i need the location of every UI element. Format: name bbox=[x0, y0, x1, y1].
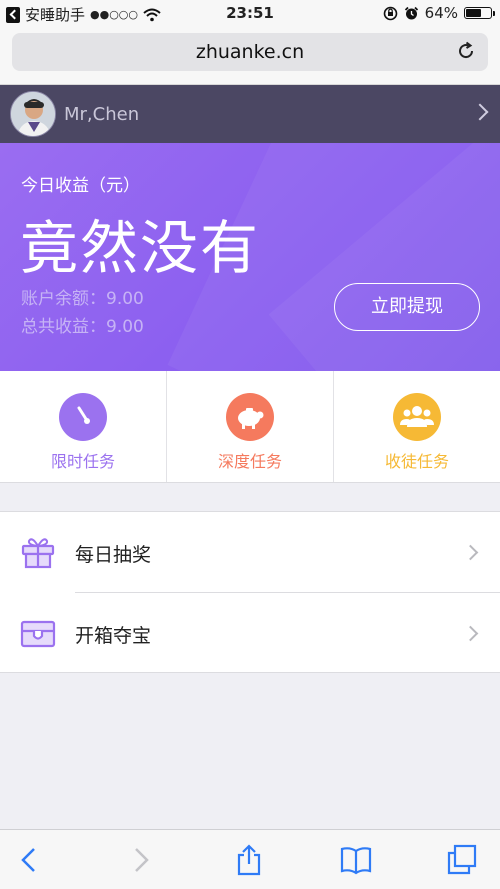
today-earnings-label: 今日收益（元） bbox=[21, 176, 140, 196]
user-profile-bar[interactable]: Mr,Chen bbox=[0, 85, 500, 143]
task-label: 收徒任务 bbox=[384, 452, 449, 471]
total-earnings: 总共收益：9.00 bbox=[21, 317, 144, 337]
avatar[interactable] bbox=[10, 91, 56, 137]
alarm-icon bbox=[404, 6, 418, 19]
status-bar: 安睡助手 ●●○○○ 23:51 64% bbox=[0, 0, 500, 28]
battery-percent: 64% bbox=[424, 4, 458, 22]
tabs-icon[interactable] bbox=[446, 844, 478, 876]
menu-item-daily-lottery[interactable]: 每日抽奖 bbox=[0, 512, 500, 592]
user-name: Mr,Chen bbox=[64, 104, 140, 125]
timer-icon bbox=[59, 393, 107, 441]
chevron-right-icon bbox=[462, 544, 479, 561]
url-text[interactable]: zhuanke.cn bbox=[12, 41, 488, 63]
task-categories: 限时任务 深度任务 收徒任务 bbox=[0, 371, 500, 483]
users-icon bbox=[393, 393, 441, 441]
address-bar[interactable]: zhuanke.cn bbox=[12, 33, 488, 71]
reload-icon[interactable] bbox=[456, 41, 476, 61]
chevron-right-icon bbox=[462, 625, 479, 642]
piggy-bank-icon bbox=[226, 393, 274, 441]
menu-list: 每日抽奖 开箱夺宝 bbox=[0, 511, 500, 673]
today-earnings-value: 竟然没有 bbox=[20, 214, 261, 282]
bookmarks-icon[interactable] bbox=[340, 844, 372, 876]
treasure-chest-icon bbox=[20, 620, 56, 648]
gift-icon bbox=[21, 538, 55, 569]
browser-address-area: zhuanke.cn bbox=[0, 28, 500, 85]
earnings-card: 今日收益（元） 竟然没有 账户余额：9.00 总共收益：9.00 立即提现 bbox=[0, 143, 500, 371]
withdraw-button[interactable]: 立即提现 bbox=[334, 283, 480, 331]
battery-icon bbox=[464, 7, 495, 19]
task-label: 深度任务 bbox=[217, 452, 282, 471]
account-balance: 账户余额：9.00 bbox=[21, 289, 144, 309]
forward-icon[interactable] bbox=[124, 844, 156, 876]
status-right: 64% bbox=[383, 4, 495, 22]
chevron-right-icon bbox=[471, 103, 489, 121]
task-deep[interactable]: 深度任务 bbox=[167, 371, 334, 482]
menu-item-treasure-box[interactable]: 开箱夺宝 bbox=[0, 593, 500, 673]
rotation-lock-icon bbox=[383, 6, 397, 20]
menu-item-label: 每日抽奖 bbox=[75, 544, 152, 566]
task-recruit[interactable]: 收徒任务 bbox=[334, 371, 500, 482]
browser-toolbar bbox=[0, 829, 500, 889]
menu-item-label: 开箱夺宝 bbox=[75, 625, 152, 647]
share-icon[interactable] bbox=[233, 844, 265, 876]
task-limited-time[interactable]: 限时任务 bbox=[0, 371, 167, 482]
task-label: 限时任务 bbox=[50, 452, 115, 471]
back-icon[interactable] bbox=[14, 844, 46, 876]
